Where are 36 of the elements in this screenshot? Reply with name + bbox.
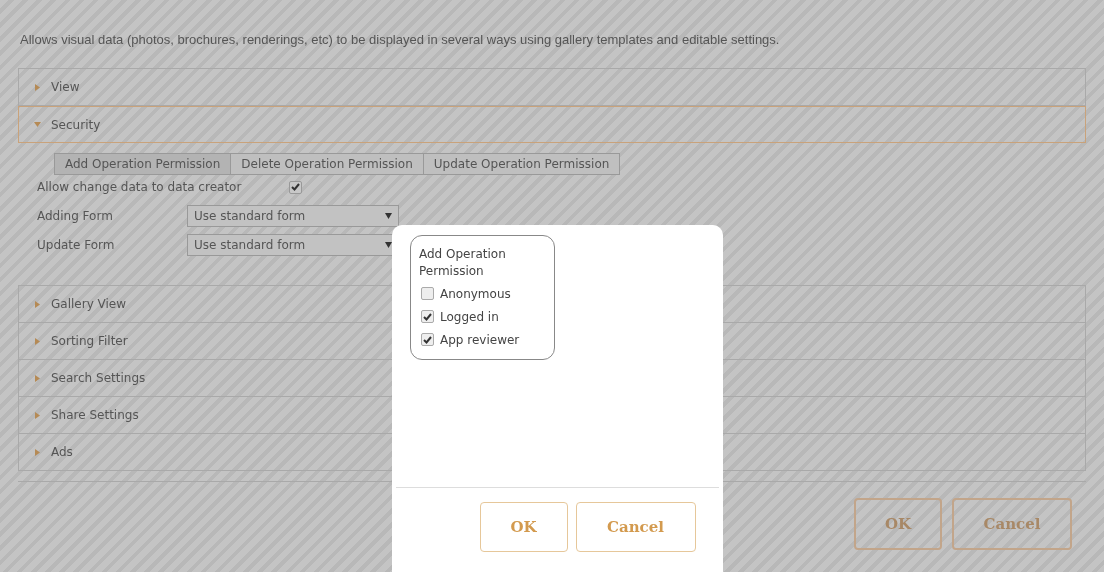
caret-right-icon — [34, 83, 41, 91]
option-label: Logged in — [440, 308, 499, 326]
checkbox[interactable] — [289, 180, 302, 194]
field-label: Update Form — [37, 237, 116, 254]
section-title: Gallery View — [51, 296, 127, 313]
permission-tab[interactable]: Update Operation Permission — [422, 153, 621, 175]
dropdown-arrow-icon — [385, 242, 392, 248]
accordion-header[interactable]: Security — [18, 106, 1086, 143]
caret-right-icon — [34, 448, 41, 456]
section-title: Security — [51, 116, 101, 134]
group-legend: Add Operation Permission — [419, 246, 546, 280]
option-label: Anonymous — [440, 285, 511, 303]
caret-right-icon — [34, 337, 41, 345]
option-label: App reviewer — [440, 331, 520, 349]
field-label: Allow change data to data creator — [37, 179, 243, 196]
caret-right-icon — [34, 411, 41, 419]
field-label: Adding Form — [37, 208, 114, 225]
caret-right-icon — [34, 300, 41, 308]
section-title: Share Settings — [51, 407, 139, 424]
form-select[interactable]: Use standard form — [187, 205, 399, 227]
caret-down-icon — [34, 121, 41, 128]
checkbox[interactable] — [421, 333, 434, 346]
section-title: View — [51, 79, 80, 96]
cancel-button[interactable]: Cancel — [575, 502, 696, 552]
permission-tab[interactable]: Delete Operation Permission — [230, 153, 424, 175]
checkbox[interactable] — [421, 310, 434, 323]
section-title: Search Settings — [51, 370, 146, 387]
dropdown-arrow-icon — [385, 213, 392, 219]
description-text: Allows visual data (photos, brochures, renderings, etc) to be displayed in several ways using gallery templates and editable settings. — [19, 31, 781, 49]
section-title: Sorting Filter — [51, 333, 128, 350]
permission-tab[interactable]: Add Operation Permission — [54, 153, 232, 175]
section-title: Ads — [51, 444, 73, 461]
caret-right-icon — [34, 374, 41, 382]
ok-button[interactable]: OK — [479, 502, 568, 552]
checkbox[interactable] — [421, 287, 434, 300]
accordion-header[interactable]: View — [18, 69, 1086, 106]
